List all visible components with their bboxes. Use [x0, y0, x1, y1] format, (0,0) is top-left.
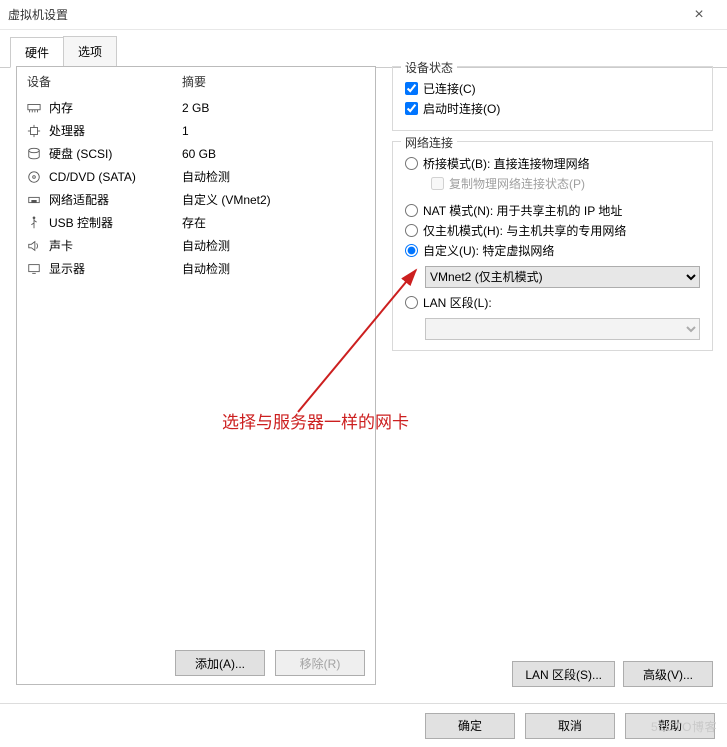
- cd-icon: [27, 170, 45, 184]
- nat-radio-row[interactable]: NAT 模式(N): 用于共享主机的 IP 地址: [405, 202, 700, 219]
- hw-header: 设备 摘要: [17, 67, 375, 96]
- close-icon[interactable]: ×: [679, 6, 719, 24]
- connected-label: 已连接(C): [423, 80, 476, 97]
- network-connection-title: 网络连接: [401, 134, 457, 151]
- lan-segment-select: [425, 318, 700, 340]
- display-icon: [27, 262, 45, 276]
- cancel-button[interactable]: 取消: [525, 713, 615, 739]
- hw-device-label: USB 控制器: [49, 214, 182, 231]
- sound-icon: [27, 239, 45, 253]
- window-title: 虚拟机设置: [8, 6, 679, 23]
- nat-label: NAT 模式(N): 用于共享主机的 IP 地址: [423, 202, 622, 219]
- content-area: 设备 摘要 内存2 GB处理器1硬盘 (SCSI)60 GBCD/DVD (SA…: [0, 58, 727, 697]
- connected-checkbox[interactable]: [405, 82, 418, 95]
- hostonly-label: 仅主机模式(H): 与主机共享的专用网络: [423, 222, 626, 239]
- nat-radio[interactable]: [405, 204, 418, 217]
- hw-row[interactable]: 内存2 GB: [17, 96, 375, 119]
- bridged-radio[interactable]: [405, 157, 418, 170]
- hw-row[interactable]: 硬盘 (SCSI)60 GB: [17, 142, 375, 165]
- remove-button: 移除(R): [275, 650, 365, 676]
- hw-summary-label: 2 GB: [182, 101, 365, 115]
- nic-icon: [27, 193, 45, 207]
- disk-icon: [27, 147, 45, 161]
- hw-header-summary: 摘要: [182, 73, 206, 90]
- hw-summary-label: 自动检测: [182, 260, 365, 277]
- hardware-list-pane: 设备 摘要 内存2 GB处理器1硬盘 (SCSI)60 GBCD/DVD (SA…: [16, 66, 376, 685]
- hw-summary-label: 自动检测: [182, 168, 365, 185]
- custom-combo-wrap: VMnet2 (仅主机模式): [425, 262, 700, 288]
- hw-summary-label: 1: [182, 124, 365, 138]
- replicate-check-row: 复制物理网络连接状态(P): [431, 175, 700, 192]
- cpu-icon: [27, 124, 45, 138]
- dialog-footer: 确定 取消 帮助: [0, 703, 727, 747]
- lan-segments-button[interactable]: LAN 区段(S)...: [512, 661, 615, 687]
- lan-label: LAN 区段(L):: [423, 294, 492, 311]
- replicate-label: 复制物理网络连接状态(P): [449, 175, 585, 192]
- connected-check[interactable]: 已连接(C): [405, 80, 700, 97]
- hw-header-device: 设备: [27, 73, 182, 90]
- add-button[interactable]: 添加(A)...: [175, 650, 265, 676]
- hw-list: 内存2 GB处理器1硬盘 (SCSI)60 GBCD/DVD (SATA)自动检…: [17, 96, 375, 280]
- custom-vmnet-select[interactable]: VMnet2 (仅主机模式): [425, 266, 700, 288]
- device-state-title: 设备状态: [401, 59, 457, 76]
- lan-radio-row[interactable]: LAN 区段(L):: [405, 294, 700, 311]
- hw-row[interactable]: 显示器自动检测: [17, 257, 375, 280]
- hw-summary-label: 自定义 (VMnet2): [182, 191, 365, 208]
- connect-at-power-checkbox[interactable]: [405, 102, 418, 115]
- hw-row[interactable]: USB 控制器存在: [17, 211, 375, 234]
- title-bar: 虚拟机设置 ×: [0, 0, 727, 30]
- hostonly-radio-row[interactable]: 仅主机模式(H): 与主机共享的专用网络: [405, 222, 700, 239]
- connect-at-power-check[interactable]: 启动时连接(O): [405, 100, 700, 117]
- hw-summary-label: 存在: [182, 214, 365, 231]
- hw-row[interactable]: 处理器1: [17, 119, 375, 142]
- custom-radio[interactable]: [405, 244, 418, 257]
- bridged-radio-row[interactable]: 桥接模式(B): 直接连接物理网络: [405, 155, 700, 172]
- memory-icon: [27, 101, 45, 115]
- right-buttons: LAN 区段(S)... 高级(V)...: [512, 661, 713, 687]
- hw-device-label: 内存: [49, 99, 182, 116]
- hw-device-label: 声卡: [49, 237, 182, 254]
- bridged-label: 桥接模式(B): 直接连接物理网络: [423, 155, 590, 172]
- hw-summary-label: 60 GB: [182, 147, 365, 161]
- usb-icon: [27, 216, 45, 230]
- custom-radio-row[interactable]: 自定义(U): 特定虚拟网络: [405, 242, 700, 259]
- left-buttons: 添加(A)... 移除(R): [27, 650, 365, 676]
- lan-combo-wrap: [425, 314, 700, 340]
- hostonly-radio[interactable]: [405, 224, 418, 237]
- custom-label: 自定义(U): 特定虚拟网络: [423, 242, 554, 259]
- hw-device-label: 硬盘 (SCSI): [49, 145, 182, 162]
- hw-row[interactable]: CD/DVD (SATA)自动检测: [17, 165, 375, 188]
- hw-row[interactable]: 网络适配器自定义 (VMnet2): [17, 188, 375, 211]
- hw-row[interactable]: 声卡自动检测: [17, 234, 375, 257]
- lan-radio[interactable]: [405, 296, 418, 309]
- device-state-group: 设备状态 已连接(C) 启动时连接(O): [392, 66, 713, 131]
- ok-button[interactable]: 确定: [425, 713, 515, 739]
- hw-device-label: 显示器: [49, 260, 182, 277]
- help-button[interactable]: 帮助: [625, 713, 715, 739]
- advanced-button[interactable]: 高级(V)...: [623, 661, 713, 687]
- hw-device-label: 网络适配器: [49, 191, 182, 208]
- hw-device-label: CD/DVD (SATA): [49, 170, 182, 184]
- replicate-checkbox: [431, 177, 444, 190]
- connect-at-power-label: 启动时连接(O): [423, 100, 500, 117]
- hw-device-label: 处理器: [49, 122, 182, 139]
- hw-summary-label: 自动检测: [182, 237, 365, 254]
- right-pane: 设备状态 已连接(C) 启动时连接(O) 网络连接 桥接模式(B): 直接连接物…: [392, 66, 713, 647]
- network-connection-group: 网络连接 桥接模式(B): 直接连接物理网络 复制物理网络连接状态(P) NAT…: [392, 141, 713, 351]
